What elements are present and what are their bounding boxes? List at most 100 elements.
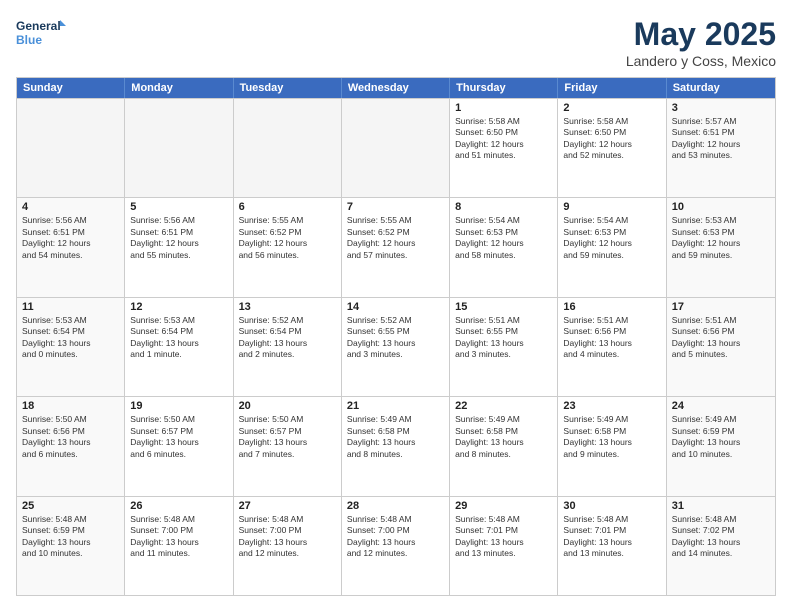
day-number: 3 xyxy=(672,102,770,114)
weekday-header: Tuesday xyxy=(234,78,342,98)
calendar-cell: 12Sunrise: 5:53 AMSunset: 6:54 PMDayligh… xyxy=(125,298,233,396)
cell-details: Sunrise: 5:48 AMSunset: 7:00 PMDaylight:… xyxy=(347,514,444,560)
calendar-cell: 5 Sunrise: 5:56 AMSunset: 6:51 PMDaylight… xyxy=(125,198,233,296)
day-number: 1 xyxy=(455,102,552,114)
calendar-cell: 10 Sunrise: 5:53 AMSunset: 6:53 PMDayligh… xyxy=(667,198,775,296)
weekday-header: Wednesday xyxy=(342,78,450,98)
day-number: 24 xyxy=(672,400,770,412)
calendar-cell: 19 Sunrise: 5:50 AMSunset: 6:57 PMDayligh… xyxy=(125,397,233,495)
calendar-body: 1 Sunrise: 5:58 AMSunset: 6:50 PMDaylight… xyxy=(17,98,775,595)
day-number: 18 xyxy=(22,400,119,412)
calendar-cell xyxy=(234,99,342,197)
calendar-cell: 29Sunrise: 5:48 AMSunset: 7:01 PMDayligh… xyxy=(450,497,558,595)
cell-details: Sunrise: 5:49 AMSunset: 6:59 PMDaylight:… xyxy=(672,414,770,460)
day-number: 2 xyxy=(563,102,660,114)
calendar-header: SundayMondayTuesdayWednesdayThursdayFrid… xyxy=(17,78,775,98)
day-number: 10 xyxy=(672,201,770,213)
day-number: 8 xyxy=(455,201,552,213)
weekday-header: Thursday xyxy=(450,78,558,98)
cell-details: Sunrise: 5:56 AMSunset: 6:51 PMDaylight:… xyxy=(22,215,119,261)
calendar-cell: 18 Sunrise: 5:50 AMSunset: 6:56 PMDayligh… xyxy=(17,397,125,495)
day-number: 23 xyxy=(563,400,660,412)
day-number: 28 xyxy=(347,500,444,512)
cell-details: Sunrise: 5:58 AMSunset: 6:50 PMDaylight:… xyxy=(455,116,552,162)
cell-details: Sunrise: 5:49 AMSunset: 6:58 PMDaylight:… xyxy=(455,414,552,460)
location-label: Landero y Coss, Mexico xyxy=(626,53,776,69)
day-number: 7 xyxy=(347,201,444,213)
weekday-header: Friday xyxy=(558,78,666,98)
calendar-cell: 27 Sunrise: 5:48 AMSunset: 7:00 PMDayligh… xyxy=(234,497,342,595)
calendar-cell: 20Sunrise: 5:50 AMSunset: 6:57 PMDayligh… xyxy=(234,397,342,495)
cell-details: Sunrise: 5:50 AMSunset: 6:57 PMDaylight:… xyxy=(239,414,336,460)
calendar-cell: 26 Sunrise: 5:48 AMSunset: 7:00 PMDayligh… xyxy=(125,497,233,595)
calendar-cell: 9Sunrise: 5:54 AMSunset: 6:53 PMDaylight… xyxy=(558,198,666,296)
day-number: 19 xyxy=(130,400,227,412)
cell-details: Sunrise: 5:48 AMSunset: 6:59 PMDaylight:… xyxy=(22,514,119,560)
logo: General Blue xyxy=(16,16,66,52)
calendar-cell: 1 Sunrise: 5:58 AMSunset: 6:50 PMDaylight… xyxy=(450,99,558,197)
calendar-row: 25Sunrise: 5:48 AMSunset: 6:59 PMDayligh… xyxy=(17,496,775,595)
day-number: 5 xyxy=(130,201,227,213)
cell-details: Sunrise: 5:53 AMSunset: 6:54 PMDaylight:… xyxy=(22,315,119,361)
cell-details: Sunrise: 5:55 AMSunset: 6:52 PMDaylight:… xyxy=(347,215,444,261)
month-title: May 2025 xyxy=(626,16,776,53)
cell-details: Sunrise: 5:57 AMSunset: 6:51 PMDaylight:… xyxy=(672,116,770,162)
cell-details: Sunrise: 5:51 AMSunset: 6:55 PMDaylight:… xyxy=(455,315,552,361)
cell-details: Sunrise: 5:53 AMSunset: 6:53 PMDaylight:… xyxy=(672,215,770,261)
calendar-cell: 30Sunrise: 5:48 AMSunset: 7:01 PMDayligh… xyxy=(558,497,666,595)
day-number: 31 xyxy=(672,500,770,512)
calendar-cell: 2 Sunrise: 5:58 AMSunset: 6:50 PMDaylight… xyxy=(558,99,666,197)
cell-details: Sunrise: 5:50 AMSunset: 6:57 PMDaylight:… xyxy=(130,414,227,460)
calendar-cell xyxy=(125,99,233,197)
page-header: General Blue May 2025 Landero y Coss, Me… xyxy=(16,16,776,69)
day-number: 13 xyxy=(239,301,336,313)
calendar-row: 18 Sunrise: 5:50 AMSunset: 6:56 PMDayligh… xyxy=(17,396,775,495)
cell-details: Sunrise: 5:58 AMSunset: 6:50 PMDaylight:… xyxy=(563,116,660,162)
calendar-cell xyxy=(342,99,450,197)
cell-details: Sunrise: 5:51 AMSunset: 6:56 PMDaylight:… xyxy=(672,315,770,361)
cell-details: Sunrise: 5:54 AMSunset: 6:53 PMDaylight:… xyxy=(455,215,552,261)
day-number: 14 xyxy=(347,301,444,313)
calendar-cell: 11Sunrise: 5:53 AMSunset: 6:54 PMDayligh… xyxy=(17,298,125,396)
day-number: 21 xyxy=(347,400,444,412)
day-number: 26 xyxy=(130,500,227,512)
cell-details: Sunrise: 5:50 AMSunset: 6:56 PMDaylight:… xyxy=(22,414,119,460)
calendar-cell: 15 Sunrise: 5:51 AMSunset: 6:55 PMDayligh… xyxy=(450,298,558,396)
calendar-cell: 8 Sunrise: 5:54 AMSunset: 6:53 PMDaylight… xyxy=(450,198,558,296)
day-number: 27 xyxy=(239,500,336,512)
calendar-cell: 4Sunrise: 5:56 AMSunset: 6:51 PMDaylight… xyxy=(17,198,125,296)
calendar-cell: 21 Sunrise: 5:49 AMSunset: 6:58 PMDayligh… xyxy=(342,397,450,495)
cell-details: Sunrise: 5:49 AMSunset: 6:58 PMDaylight:… xyxy=(563,414,660,460)
cell-details: Sunrise: 5:48 AMSunset: 7:00 PMDaylight:… xyxy=(239,514,336,560)
day-number: 17 xyxy=(672,301,770,313)
cell-details: Sunrise: 5:49 AMSunset: 6:58 PMDaylight:… xyxy=(347,414,444,460)
calendar-cell: 6Sunrise: 5:55 AMSunset: 6:52 PMDaylight… xyxy=(234,198,342,296)
calendar-cell xyxy=(17,99,125,197)
day-number: 15 xyxy=(455,301,552,313)
day-number: 6 xyxy=(239,201,336,213)
cell-details: Sunrise: 5:54 AMSunset: 6:53 PMDaylight:… xyxy=(563,215,660,261)
weekday-header: Sunday xyxy=(17,78,125,98)
cell-details: Sunrise: 5:48 AMSunset: 7:00 PMDaylight:… xyxy=(130,514,227,560)
cell-details: Sunrise: 5:56 AMSunset: 6:51 PMDaylight:… xyxy=(130,215,227,261)
day-number: 22 xyxy=(455,400,552,412)
logo-svg: General Blue xyxy=(16,16,66,52)
calendar-cell: 22 Sunrise: 5:49 AMSunset: 6:58 PMDayligh… xyxy=(450,397,558,495)
day-number: 16 xyxy=(563,301,660,313)
calendar-cell: 17 Sunrise: 5:51 AMSunset: 6:56 PMDayligh… xyxy=(667,298,775,396)
cell-details: Sunrise: 5:48 AMSunset: 7:01 PMDaylight:… xyxy=(455,514,552,560)
cell-details: Sunrise: 5:51 AMSunset: 6:56 PMDaylight:… xyxy=(563,315,660,361)
calendar-cell: 3 Sunrise: 5:57 AMSunset: 6:51 PMDaylight… xyxy=(667,99,775,197)
svg-text:General: General xyxy=(16,19,61,33)
weekday-header: Monday xyxy=(125,78,233,98)
calendar-cell: 25Sunrise: 5:48 AMSunset: 6:59 PMDayligh… xyxy=(17,497,125,595)
calendar-cell: 23 Sunrise: 5:49 AMSunset: 6:58 PMDayligh… xyxy=(558,397,666,495)
calendar-cell: 14Sunrise: 5:52 AMSunset: 6:55 PMDayligh… xyxy=(342,298,450,396)
calendar-row: 1 Sunrise: 5:58 AMSunset: 6:50 PMDaylight… xyxy=(17,98,775,197)
calendar-cell: 31Sunrise: 5:48 AMSunset: 7:02 PMDayligh… xyxy=(667,497,775,595)
calendar-cell: 7 Sunrise: 5:55 AMSunset: 6:52 PMDaylight… xyxy=(342,198,450,296)
cell-details: Sunrise: 5:48 AMSunset: 7:01 PMDaylight:… xyxy=(563,514,660,560)
calendar-row: 11Sunrise: 5:53 AMSunset: 6:54 PMDayligh… xyxy=(17,297,775,396)
cell-details: Sunrise: 5:53 AMSunset: 6:54 PMDaylight:… xyxy=(130,315,227,361)
calendar-row: 4Sunrise: 5:56 AMSunset: 6:51 PMDaylight… xyxy=(17,197,775,296)
